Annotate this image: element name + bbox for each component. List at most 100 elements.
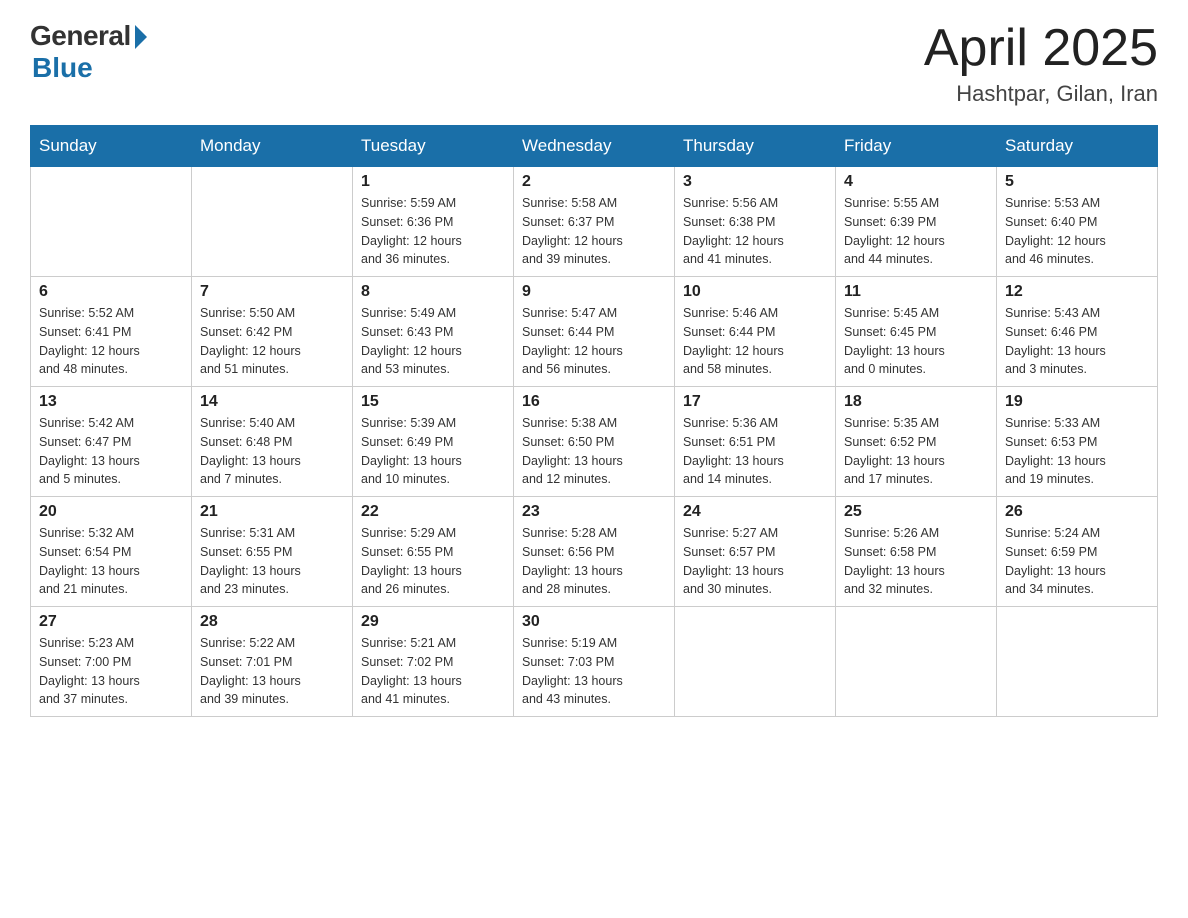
calendar-cell bbox=[836, 607, 997, 717]
day-number: 12 bbox=[1005, 283, 1149, 301]
day-info: Sunrise: 5:35 AMSunset: 6:52 PMDaylight:… bbox=[844, 414, 988, 489]
calendar-cell: 24 Sunrise: 5:27 AMSunset: 6:57 PMDayligh… bbox=[675, 497, 836, 607]
day-header-friday: Friday bbox=[836, 126, 997, 167]
day-info: Sunrise: 5:19 AMSunset: 7:03 PMDaylight:… bbox=[522, 634, 666, 709]
calendar-cell: 26 Sunrise: 5:24 AMSunset: 6:59 PMDayligh… bbox=[997, 497, 1158, 607]
calendar-cell: 14Sunrise: 5:40 AMSunset: 6:48 PMDayligh… bbox=[192, 387, 353, 497]
day-info: Sunrise: 5:45 AMSunset: 6:45 PMDaylight:… bbox=[844, 304, 988, 379]
calendar-cell: 19Sunrise: 5:33 AMSunset: 6:53 PMDayligh… bbox=[997, 387, 1158, 497]
day-info: Sunrise: 5:50 AMSunset: 6:42 PMDaylight:… bbox=[200, 304, 344, 379]
day-info: Sunrise: 5:28 AMSunset: 6:56 PMDaylight:… bbox=[522, 524, 666, 599]
logo: General Blue bbox=[30, 20, 147, 84]
day-number: 17 bbox=[683, 393, 827, 411]
day-number: 8 bbox=[361, 283, 505, 301]
calendar-cell: 23 Sunrise: 5:28 AMSunset: 6:56 PMDayligh… bbox=[514, 497, 675, 607]
calendar-cell: 29 Sunrise: 5:21 AMSunset: 7:02 PMDayligh… bbox=[353, 607, 514, 717]
day-number: 20 bbox=[39, 503, 183, 521]
calendar-cell bbox=[675, 607, 836, 717]
day-info: Sunrise: 5:29 AMSunset: 6:55 PMDaylight:… bbox=[361, 524, 505, 599]
day-info: Sunrise: 5:33 AMSunset: 6:53 PMDaylight:… bbox=[1005, 414, 1149, 489]
day-number: 4 bbox=[844, 173, 988, 191]
day-info: Sunrise: 5:53 AMSunset: 6:40 PMDaylight:… bbox=[1005, 194, 1149, 269]
day-number: 23 bbox=[522, 503, 666, 521]
day-info: Sunrise: 5:22 AMSunset: 7:01 PMDaylight:… bbox=[200, 634, 344, 709]
day-info: Sunrise: 5:31 AMSunset: 6:55 PMDaylight:… bbox=[200, 524, 344, 599]
day-info: Sunrise: 5:55 AMSunset: 6:39 PMDaylight:… bbox=[844, 194, 988, 269]
day-header-sunday: Sunday bbox=[31, 126, 192, 167]
day-info: Sunrise: 5:26 AMSunset: 6:58 PMDaylight:… bbox=[844, 524, 988, 599]
day-number: 2 bbox=[522, 173, 666, 191]
day-info: Sunrise: 5:49 AMSunset: 6:43 PMDaylight:… bbox=[361, 304, 505, 379]
calendar-cell: 7 Sunrise: 5:50 AMSunset: 6:42 PMDaylight… bbox=[192, 277, 353, 387]
calendar-cell: 13Sunrise: 5:42 AMSunset: 6:47 PMDayligh… bbox=[31, 387, 192, 497]
title-block: April 2025 Hashtpar, Gilan, Iran bbox=[924, 20, 1158, 107]
logo-general-text: General bbox=[30, 20, 131, 52]
day-number: 29 bbox=[361, 613, 505, 631]
calendar-cell: 6Sunrise: 5:52 AMSunset: 6:41 PMDaylight… bbox=[31, 277, 192, 387]
day-header-thursday: Thursday bbox=[675, 126, 836, 167]
calendar-cell: 11 Sunrise: 5:45 AMSunset: 6:45 PMDayligh… bbox=[836, 277, 997, 387]
calendar-cell: 3Sunrise: 5:56 AMSunset: 6:38 PMDaylight… bbox=[675, 167, 836, 277]
location-title: Hashtpar, Gilan, Iran bbox=[924, 81, 1158, 107]
day-info: Sunrise: 5:24 AMSunset: 6:59 PMDaylight:… bbox=[1005, 524, 1149, 599]
day-number: 9 bbox=[522, 283, 666, 301]
day-info: Sunrise: 5:47 AMSunset: 6:44 PMDaylight:… bbox=[522, 304, 666, 379]
logo-blue-text: Blue bbox=[32, 52, 93, 84]
day-number: 24 bbox=[683, 503, 827, 521]
day-info: Sunrise: 5:23 AMSunset: 7:00 PMDaylight:… bbox=[39, 634, 183, 709]
day-info: Sunrise: 5:46 AMSunset: 6:44 PMDaylight:… bbox=[683, 304, 827, 379]
calendar-cell: 5 Sunrise: 5:53 AMSunset: 6:40 PMDaylight… bbox=[997, 167, 1158, 277]
day-number: 5 bbox=[1005, 173, 1149, 191]
calendar-cell: 18 Sunrise: 5:35 AMSunset: 6:52 PMDayligh… bbox=[836, 387, 997, 497]
calendar-cell bbox=[997, 607, 1158, 717]
days-header-row: SundayMondayTuesdayWednesdayThursdayFrid… bbox=[31, 126, 1158, 167]
calendar-cell: 8 Sunrise: 5:49 AMSunset: 6:43 PMDaylight… bbox=[353, 277, 514, 387]
day-number: 27 bbox=[39, 613, 183, 631]
day-header-saturday: Saturday bbox=[997, 126, 1158, 167]
calendar-title: April 2025 bbox=[924, 20, 1158, 77]
day-number: 21 bbox=[200, 503, 344, 521]
calendar-cell: 27 Sunrise: 5:23 AMSunset: 7:00 PMDayligh… bbox=[31, 607, 192, 717]
day-info: Sunrise: 5:36 AMSunset: 6:51 PMDaylight:… bbox=[683, 414, 827, 489]
calendar-cell: 15 Sunrise: 5:39 AMSunset: 6:49 PMDayligh… bbox=[353, 387, 514, 497]
day-number: 30 bbox=[522, 613, 666, 631]
calendar-cell: 20 Sunrise: 5:32 AMSunset: 6:54 PMDayligh… bbox=[31, 497, 192, 607]
week-row-5: 27 Sunrise: 5:23 AMSunset: 7:00 PMDayligh… bbox=[31, 607, 1158, 717]
calendar-cell: 2 Sunrise: 5:58 AMSunset: 6:37 PMDaylight… bbox=[514, 167, 675, 277]
calendar-cell: 4 Sunrise: 5:55 AMSunset: 6:39 PMDaylight… bbox=[836, 167, 997, 277]
calendar-cell: 12Sunrise: 5:43 AMSunset: 6:46 PMDayligh… bbox=[997, 277, 1158, 387]
week-row-3: 13Sunrise: 5:42 AMSunset: 6:47 PMDayligh… bbox=[31, 387, 1158, 497]
calendar-cell: 21 Sunrise: 5:31 AMSunset: 6:55 PMDayligh… bbox=[192, 497, 353, 607]
day-number: 14 bbox=[200, 393, 344, 411]
day-number: 10 bbox=[683, 283, 827, 301]
day-header-wednesday: Wednesday bbox=[514, 126, 675, 167]
calendar-cell: 10 Sunrise: 5:46 AMSunset: 6:44 PMDayligh… bbox=[675, 277, 836, 387]
day-number: 11 bbox=[844, 283, 988, 301]
day-header-monday: Monday bbox=[192, 126, 353, 167]
day-header-tuesday: Tuesday bbox=[353, 126, 514, 167]
calendar-cell: 28 Sunrise: 5:22 AMSunset: 7:01 PMDayligh… bbox=[192, 607, 353, 717]
calendar-cell: 22Sunrise: 5:29 AMSunset: 6:55 PMDayligh… bbox=[353, 497, 514, 607]
day-info: Sunrise: 5:58 AMSunset: 6:37 PMDaylight:… bbox=[522, 194, 666, 269]
day-number: 26 bbox=[1005, 503, 1149, 521]
logo-arrow-icon bbox=[135, 25, 147, 49]
day-info: Sunrise: 5:52 AMSunset: 6:41 PMDaylight:… bbox=[39, 304, 183, 379]
day-number: 18 bbox=[844, 393, 988, 411]
day-number: 3 bbox=[683, 173, 827, 191]
page-header: General Blue April 2025 Hashtpar, Gilan,… bbox=[30, 20, 1158, 107]
day-info: Sunrise: 5:21 AMSunset: 7:02 PMDaylight:… bbox=[361, 634, 505, 709]
calendar-cell bbox=[192, 167, 353, 277]
day-info: Sunrise: 5:32 AMSunset: 6:54 PMDaylight:… bbox=[39, 524, 183, 599]
calendar-cell: 16Sunrise: 5:38 AMSunset: 6:50 PMDayligh… bbox=[514, 387, 675, 497]
day-number: 15 bbox=[361, 393, 505, 411]
day-info: Sunrise: 5:39 AMSunset: 6:49 PMDaylight:… bbox=[361, 414, 505, 489]
day-number: 28 bbox=[200, 613, 344, 631]
week-row-1: 1Sunrise: 5:59 AMSunset: 6:36 PMDaylight… bbox=[31, 167, 1158, 277]
day-number: 25 bbox=[844, 503, 988, 521]
day-number: 1 bbox=[361, 173, 505, 191]
calendar-table: SundayMondayTuesdayWednesdayThursdayFrid… bbox=[30, 125, 1158, 717]
calendar-cell bbox=[31, 167, 192, 277]
day-number: 16 bbox=[522, 393, 666, 411]
day-number: 7 bbox=[200, 283, 344, 301]
day-info: Sunrise: 5:27 AMSunset: 6:57 PMDaylight:… bbox=[683, 524, 827, 599]
